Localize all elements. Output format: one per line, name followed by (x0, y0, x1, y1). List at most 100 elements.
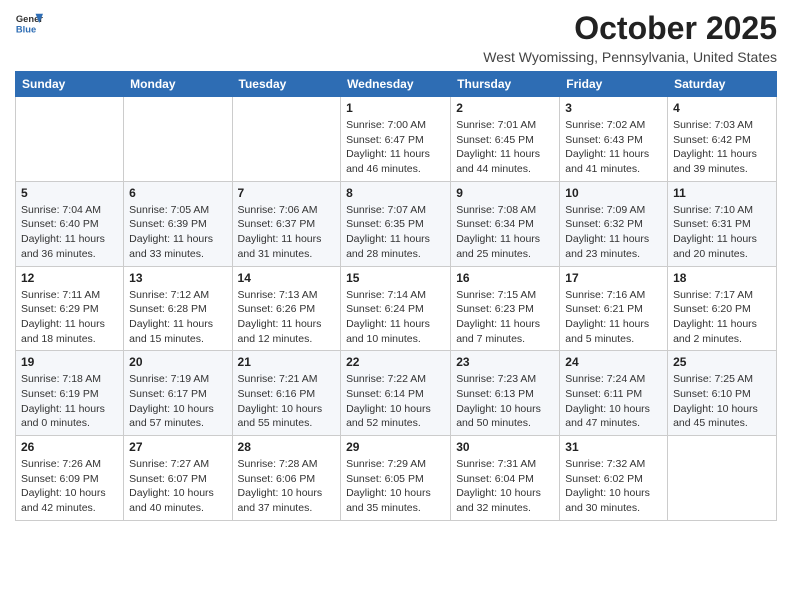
day-number: 21 (238, 355, 336, 369)
calendar-cell: 22 Sunrise: 7:22 AM Sunset: 6:14 PM Dayli… (341, 351, 451, 436)
week-row-2: 5Sunrise: 7:04 AM Sunset: 6:40 PM Daylig… (16, 181, 777, 266)
day-info: Sunrise: 7:03 AM Sunset: 6:42 PM Dayligh… (673, 118, 771, 177)
calendar-cell: 17 Sunrise: 7:16 AM Sunset: 6:21 PM Dayli… (560, 266, 668, 351)
calendar-title: October 2025 (483, 10, 777, 47)
day-number: 11 (673, 186, 771, 200)
page-header: General Blue October 2025 West Wyomissin… (15, 10, 777, 65)
day-number: 9 (456, 186, 554, 200)
day-number: 25 (673, 355, 771, 369)
calendar-cell: 25Sunrise: 7:25 AM Sunset: 6:10 PM Dayli… (668, 351, 777, 436)
day-info: Sunrise: 7:29 AM Sunset: 6:05 PM Dayligh… (346, 457, 445, 516)
calendar-cell (232, 97, 341, 182)
calendar-cell: 31Sunrise: 7:32 AM Sunset: 6:02 PM Dayli… (560, 436, 668, 521)
day-info: Sunrise: 7:06 AM Sunset: 6:37 PM Dayligh… (238, 203, 336, 262)
day-number: 16 (456, 271, 554, 285)
column-header-saturday: Saturday (668, 72, 777, 97)
week-row-1: 1 Sunrise: 7:00 AM Sunset: 6:47 PM Daylig… (16, 97, 777, 182)
calendar-cell: 21 Sunrise: 7:21 AM Sunset: 6:16 PM Dayli… (232, 351, 341, 436)
day-number: 15 (346, 271, 445, 285)
calendar-cell: 7 Sunrise: 7:06 AM Sunset: 6:37 PM Daylig… (232, 181, 341, 266)
column-header-friday: Friday (560, 72, 668, 97)
calendar-cell: 8 Sunrise: 7:07 AM Sunset: 6:35 PM Daylig… (341, 181, 451, 266)
column-header-wednesday: Wednesday (341, 72, 451, 97)
day-number: 7 (238, 186, 336, 200)
day-number: 6 (129, 186, 226, 200)
day-number: 10 (565, 186, 662, 200)
calendar-cell: 10 Sunrise: 7:09 AM Sunset: 6:32 PM Dayli… (560, 181, 668, 266)
calendar-cell: 26 Sunrise: 7:26 AM Sunset: 6:09 PM Dayli… (16, 436, 124, 521)
day-info: Sunrise: 7:28 AM Sunset: 6:06 PM Dayligh… (238, 457, 336, 516)
day-info: Sunrise: 7:07 AM Sunset: 6:35 PM Dayligh… (346, 203, 445, 262)
day-number: 19 (21, 355, 118, 369)
calendar-cell: 29 Sunrise: 7:29 AM Sunset: 6:05 PM Dayli… (341, 436, 451, 521)
calendar-cell: 4 Sunrise: 7:03 AM Sunset: 6:42 PM Daylig… (668, 97, 777, 182)
day-info: Sunrise: 7:17 AM Sunset: 6:20 PM Dayligh… (673, 288, 771, 347)
day-number: 30 (456, 440, 554, 454)
calendar-cell: 23 Sunrise: 7:23 AM Sunset: 6:13 PM Dayli… (451, 351, 560, 436)
day-info: Sunrise: 7:31 AM Sunset: 6:04 PM Dayligh… (456, 457, 554, 516)
day-number: 3 (565, 101, 662, 115)
day-number: 2 (456, 101, 554, 115)
day-info: Sunrise: 7:22 AM Sunset: 6:14 PM Dayligh… (346, 372, 445, 431)
calendar-table: SundayMondayTuesdayWednesdayThursdayFrid… (15, 71, 777, 521)
svg-text:Blue: Blue (16, 24, 36, 34)
day-number: 8 (346, 186, 445, 200)
day-number: 12 (21, 271, 118, 285)
day-info: Sunrise: 7:15 AM Sunset: 6:23 PM Dayligh… (456, 288, 554, 347)
day-number: 20 (129, 355, 226, 369)
day-info: Sunrise: 7:14 AM Sunset: 6:24 PM Dayligh… (346, 288, 445, 347)
day-number: 13 (129, 271, 226, 285)
day-number: 26 (21, 440, 118, 454)
day-number: 24 (565, 355, 662, 369)
calendar-cell: 14 Sunrise: 7:13 AM Sunset: 6:26 PM Dayli… (232, 266, 341, 351)
day-number: 22 (346, 355, 445, 369)
day-number: 27 (129, 440, 226, 454)
calendar-cell: 27 Sunrise: 7:27 AM Sunset: 6:07 PM Dayli… (124, 436, 232, 521)
day-info: Sunrise: 7:27 AM Sunset: 6:07 PM Dayligh… (129, 457, 226, 516)
calendar-cell: 3 Sunrise: 7:02 AM Sunset: 6:43 PM Daylig… (560, 97, 668, 182)
day-info: Sunrise: 7:23 AM Sunset: 6:13 PM Dayligh… (456, 372, 554, 431)
calendar-cell (16, 97, 124, 182)
day-info: Sunrise: 7:09 AM Sunset: 6:32 PM Dayligh… (565, 203, 662, 262)
week-row-3: 12Sunrise: 7:11 AM Sunset: 6:29 PM Dayli… (16, 266, 777, 351)
day-number: 29 (346, 440, 445, 454)
week-row-4: 19 Sunrise: 7:18 AM Sunset: 6:19 PM Dayli… (16, 351, 777, 436)
calendar-cell: 30 Sunrise: 7:31 AM Sunset: 6:04 PM Dayli… (451, 436, 560, 521)
day-info: Sunrise: 7:10 AM Sunset: 6:31 PM Dayligh… (673, 203, 771, 262)
week-row-5: 26 Sunrise: 7:26 AM Sunset: 6:09 PM Dayli… (16, 436, 777, 521)
day-info: Sunrise: 7:13 AM Sunset: 6:26 PM Dayligh… (238, 288, 336, 347)
day-number: 18 (673, 271, 771, 285)
title-section: October 2025 West Wyomissing, Pennsylvan… (483, 10, 777, 65)
day-info: Sunrise: 7:21 AM Sunset: 6:16 PM Dayligh… (238, 372, 336, 431)
calendar-cell: 24 Sunrise: 7:24 AM Sunset: 6:11 PM Dayli… (560, 351, 668, 436)
calendar-cell: 9Sunrise: 7:08 AM Sunset: 6:34 PM Daylig… (451, 181, 560, 266)
day-info: Sunrise: 7:00 AM Sunset: 6:47 PM Dayligh… (346, 118, 445, 177)
day-info: Sunrise: 7:04 AM Sunset: 6:40 PM Dayligh… (21, 203, 118, 262)
day-info: Sunrise: 7:24 AM Sunset: 6:11 PM Dayligh… (565, 372, 662, 431)
calendar-cell: 6 Sunrise: 7:05 AM Sunset: 6:39 PM Daylig… (124, 181, 232, 266)
calendar-cell: 11 Sunrise: 7:10 AM Sunset: 6:31 PM Dayli… (668, 181, 777, 266)
day-info: Sunrise: 7:18 AM Sunset: 6:19 PM Dayligh… (21, 372, 118, 431)
logo-icon: General Blue (15, 10, 43, 38)
day-info: Sunrise: 7:16 AM Sunset: 6:21 PM Dayligh… (565, 288, 662, 347)
day-number: 28 (238, 440, 336, 454)
column-header-tuesday: Tuesday (232, 72, 341, 97)
day-info: Sunrise: 7:26 AM Sunset: 6:09 PM Dayligh… (21, 457, 118, 516)
calendar-cell: 19 Sunrise: 7:18 AM Sunset: 6:19 PM Dayli… (16, 351, 124, 436)
day-number: 23 (456, 355, 554, 369)
day-info: Sunrise: 7:02 AM Sunset: 6:43 PM Dayligh… (565, 118, 662, 177)
calendar-cell: 13Sunrise: 7:12 AM Sunset: 6:28 PM Dayli… (124, 266, 232, 351)
calendar-cell: 28 Sunrise: 7:28 AM Sunset: 6:06 PM Dayli… (232, 436, 341, 521)
calendar-cell: 20Sunrise: 7:19 AM Sunset: 6:17 PM Dayli… (124, 351, 232, 436)
day-number: 14 (238, 271, 336, 285)
calendar-cell (124, 97, 232, 182)
day-number: 31 (565, 440, 662, 454)
calendar-cell: 15 Sunrise: 7:14 AM Sunset: 6:24 PM Dayli… (341, 266, 451, 351)
header-row: SundayMondayTuesdayWednesdayThursdayFrid… (16, 72, 777, 97)
calendar-cell: 2Sunrise: 7:01 AM Sunset: 6:45 PM Daylig… (451, 97, 560, 182)
day-number: 4 (673, 101, 771, 115)
day-info: Sunrise: 7:05 AM Sunset: 6:39 PM Dayligh… (129, 203, 226, 262)
day-number: 17 (565, 271, 662, 285)
day-number: 1 (346, 101, 445, 115)
column-header-thursday: Thursday (451, 72, 560, 97)
